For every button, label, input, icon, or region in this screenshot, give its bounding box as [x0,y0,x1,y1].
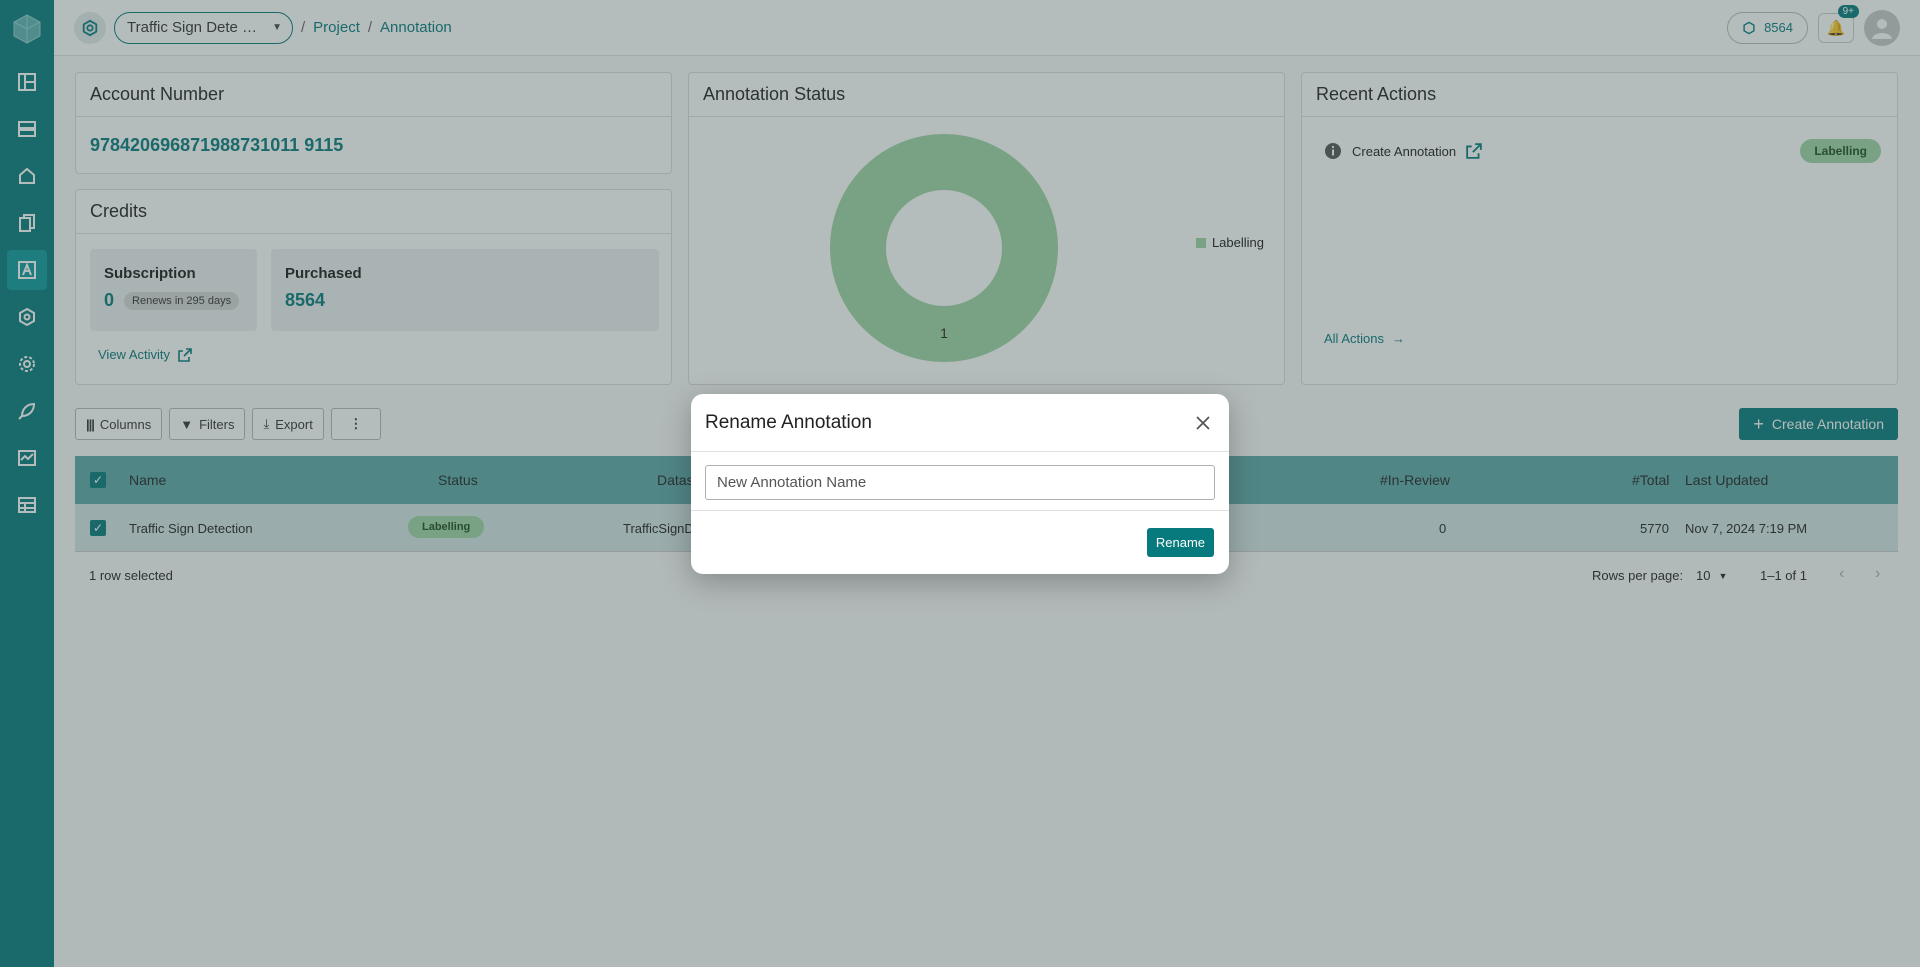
dialog-title: Rename Annotation [705,411,872,433]
rename-button[interactable]: Rename [1146,527,1214,557]
rename-annotation-dialog: Rename Annotation Rename [691,394,1229,574]
dialog-header: Rename Annotation [691,394,1229,452]
close-icon[interactable] [1191,411,1215,435]
dialog-body [691,452,1229,511]
dialog-footer: Rename [691,511,1229,573]
new-annotation-name-input[interactable] [705,465,1215,500]
